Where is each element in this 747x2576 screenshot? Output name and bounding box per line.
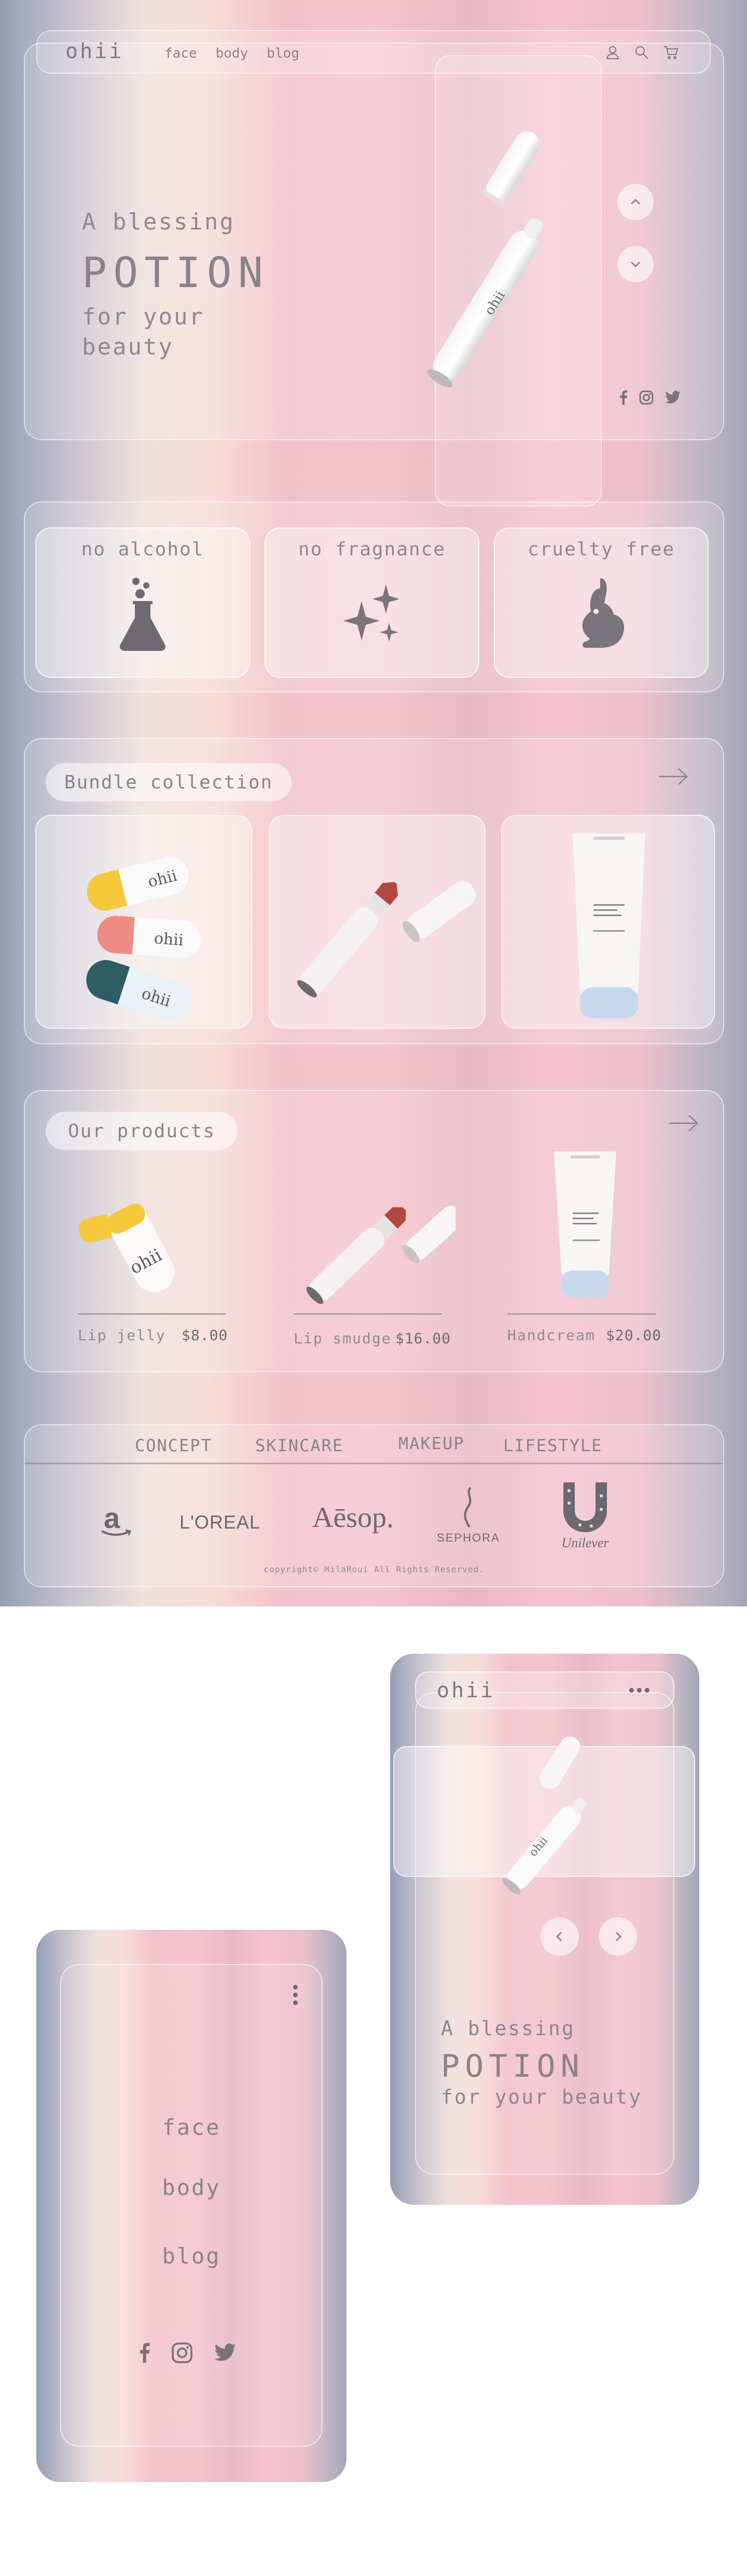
twitter-icon[interactable] bbox=[214, 2343, 237, 2362]
copyright-text: copyright© MilaRoui All Rights Reserved. bbox=[264, 1564, 485, 1574]
search-icon[interactable] bbox=[634, 45, 649, 60]
mobile-logo[interactable]: ohii bbox=[437, 1679, 495, 1702]
mobile-hero-line-1: A blessing bbox=[441, 2017, 575, 2040]
facebook-icon[interactable] bbox=[619, 390, 628, 405]
product-name: Lip jelly bbox=[78, 1327, 166, 1344]
footer-link-skincare[interactable]: SKINCARE bbox=[255, 1436, 343, 1455]
feature-title: cruelty free bbox=[527, 539, 675, 560]
products-section: Our products ohii Lip jelly $8.00 Lip sm… bbox=[24, 1090, 724, 1372]
footer-link-makeup[interactable]: MAKEUP bbox=[398, 1434, 465, 1453]
main-nav: face body blog bbox=[164, 46, 299, 61]
bundle-arrow-button[interactable] bbox=[658, 766, 689, 789]
mobile-hero-title: POTION bbox=[441, 2048, 585, 2084]
logo[interactable]: ohii bbox=[65, 39, 123, 63]
hero-line-1: A blessing bbox=[82, 209, 235, 235]
lip-jelly-image: ohii ohii ohii bbox=[86, 857, 201, 1021]
bundle-card-handcream[interactable] bbox=[501, 815, 715, 1029]
mobile-hero-line-3: for your beauty bbox=[441, 2086, 643, 2108]
hero-product-image: ohii bbox=[427, 131, 543, 387]
more-menu-icon[interactable] bbox=[629, 1688, 649, 1693]
mobile-hero-screen: ohii ohii A blessing POTION for your bea… bbox=[390, 1654, 699, 2205]
hero-title: POTION bbox=[82, 249, 269, 297]
svg-text:ohii: ohii bbox=[154, 930, 184, 950]
more-menu-icon[interactable] bbox=[293, 1985, 298, 2005]
facebook-icon[interactable] bbox=[139, 2342, 150, 2363]
flask-icon bbox=[119, 578, 166, 651]
bunny-icon bbox=[582, 578, 624, 648]
mobile-prev-button[interactable] bbox=[541, 1917, 579, 1956]
header-icons bbox=[605, 45, 679, 60]
footer-divider bbox=[25, 1463, 723, 1464]
user-icon[interactable] bbox=[605, 45, 620, 60]
loreal-logo[interactable]: L'OREAL bbox=[179, 1511, 260, 1533]
hero-line-3: for your beauty bbox=[82, 304, 204, 360]
mobile-next-button[interactable] bbox=[599, 1917, 637, 1956]
sephora-logo[interactable]: SEPHORA bbox=[435, 1487, 502, 1545]
hero-prev-button[interactable] bbox=[617, 184, 654, 220]
mobile-social-links bbox=[139, 2342, 237, 2364]
bundle-label: Bundle collection bbox=[46, 763, 292, 801]
mobile-hero-product-image: ohii bbox=[502, 1736, 587, 1894]
feature-card-no-alcohol: no alcohol bbox=[35, 527, 250, 678]
mobile-header: ohii bbox=[415, 1671, 674, 1709]
product-name: Lip smudge bbox=[294, 1330, 392, 1347]
bundle-section: Bundle collection ohii ohii ohii bbox=[24, 738, 724, 1044]
unilever-logo[interactable]: Unilever bbox=[549, 1480, 621, 1551]
sparkles-icon bbox=[343, 584, 399, 642]
mobile-nav-body[interactable]: body bbox=[61, 2175, 322, 2200]
instagram-icon[interactable] bbox=[639, 390, 654, 405]
site-footer: CONCEPT SKINCARE MAKEUP LIFESTYLE a L'OR… bbox=[24, 1424, 724, 1587]
lip-smudge-image bbox=[297, 881, 476, 998]
features-section: no alcohol no fragnance cruelty free bbox=[24, 501, 724, 692]
product-divider bbox=[507, 1313, 656, 1315]
cart-icon[interactable] bbox=[663, 45, 679, 60]
handcream-image bbox=[573, 834, 645, 1018]
aesop-logo[interactable]: Aēsop. bbox=[312, 1501, 394, 1534]
mobile-menu-screen: face body blog bbox=[36, 1930, 347, 2482]
product-handcream-image[interactable] bbox=[544, 1148, 627, 1304]
nav-face[interactable]: face bbox=[164, 46, 197, 61]
hero-section: A blessing POTION for your beauty ohii bbox=[24, 43, 724, 507]
feature-card-no-fragrance: no fragnance bbox=[265, 527, 479, 678]
product-price: $20.00 bbox=[606, 1327, 662, 1344]
instagram-icon[interactable] bbox=[171, 2342, 193, 2364]
amazon-logo[interactable]: a bbox=[101, 1501, 132, 1536]
nav-body[interactable]: body bbox=[216, 46, 248, 61]
products-label: Our products bbox=[46, 1112, 238, 1150]
feature-title: no alcohol bbox=[81, 539, 204, 560]
product-divider bbox=[294, 1313, 442, 1315]
footer-link-lifestyle[interactable]: LIFESTYLE bbox=[503, 1436, 602, 1455]
products-arrow-button[interactable] bbox=[668, 1113, 699, 1136]
product-name: Handcream bbox=[507, 1327, 596, 1344]
mobile-nav-blog[interactable]: blog bbox=[61, 2243, 322, 2269]
hero-social-links bbox=[619, 390, 681, 405]
feature-card-cruelty-free: cruelty free bbox=[494, 527, 709, 678]
twitter-icon[interactable] bbox=[665, 391, 681, 404]
hero-next-button[interactable] bbox=[617, 246, 654, 282]
mobile-menu-frame: face body blog bbox=[60, 1964, 323, 2447]
product-divider bbox=[78, 1313, 226, 1315]
mobile-nav-face[interactable]: face bbox=[61, 2115, 322, 2140]
footer-link-concept[interactable]: CONCEPT bbox=[135, 1436, 212, 1455]
bundle-card-lip-smudge[interactable] bbox=[269, 815, 486, 1029]
product-lip-smudge-image[interactable] bbox=[284, 1169, 455, 1304]
nav-blog[interactable]: blog bbox=[267, 46, 299, 61]
site-header: ohii face body blog bbox=[36, 30, 711, 74]
feature-title: no fragnance bbox=[298, 539, 446, 560]
product-price: $8.00 bbox=[182, 1327, 228, 1344]
product-lip-jelly-image[interactable]: ohii bbox=[66, 1179, 222, 1299]
product-price: $16.00 bbox=[395, 1330, 451, 1347]
bundle-card-lip-jelly[interactable]: ohii ohii ohii bbox=[35, 815, 252, 1029]
